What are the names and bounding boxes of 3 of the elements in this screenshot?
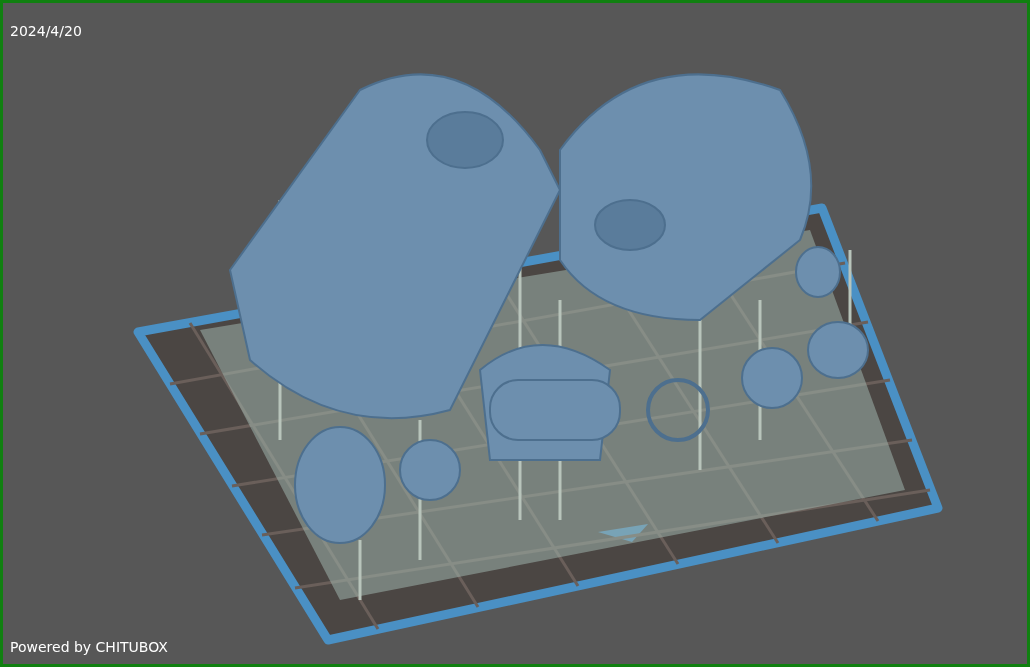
3d-viewport[interactable]: 2024/4/20 Powered by CHITUBOX — [0, 0, 1030, 667]
branding-label: Powered by CHITUBOX — [10, 639, 168, 655]
date-label: 2024/4/20 — [10, 23, 82, 39]
